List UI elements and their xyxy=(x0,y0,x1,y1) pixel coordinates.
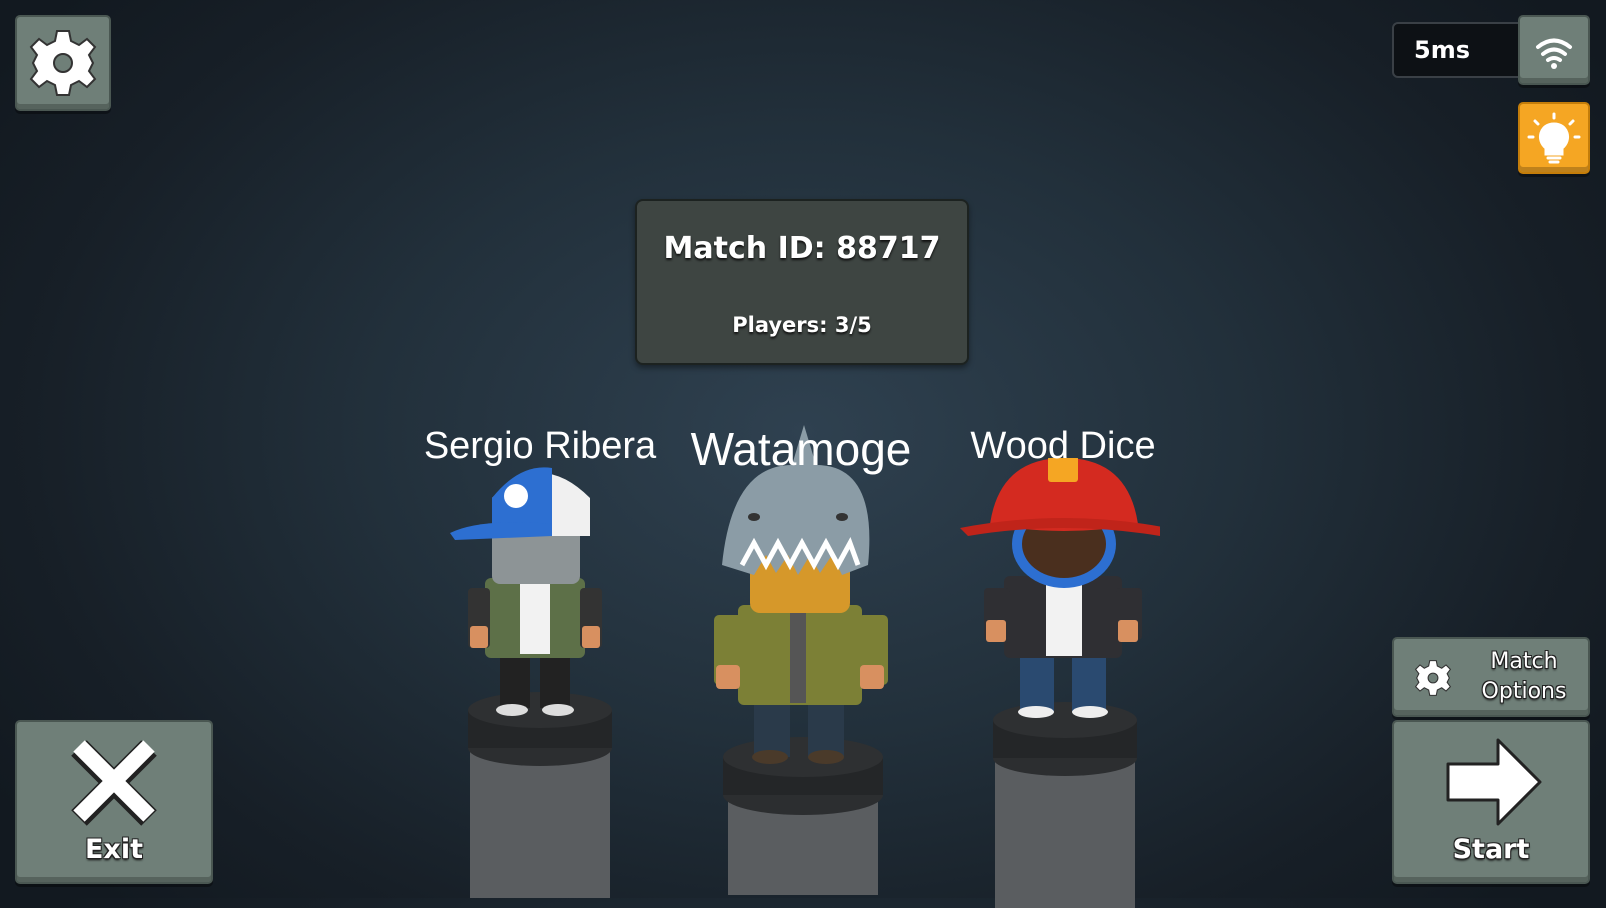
start-button-label: Start xyxy=(1452,834,1530,865)
player-name: Sergio Ribera xyxy=(423,425,657,467)
gear-icon xyxy=(1414,660,1452,696)
match-info-panel: Match ID: 88717 Players: 3/5 xyxy=(635,199,969,365)
lightbulb-icon xyxy=(1527,112,1581,164)
player-character-3 xyxy=(960,458,1160,908)
match-options-label-line2: Options xyxy=(1481,679,1567,704)
hint-button[interactable] xyxy=(1518,102,1590,174)
close-x-icon xyxy=(71,740,157,826)
match-id-label: Match ID: 88717 xyxy=(663,231,941,266)
start-button[interactable]: Start xyxy=(1392,720,1590,884)
network-status-button[interactable] xyxy=(1518,15,1590,85)
player-name: Watamoge xyxy=(690,423,912,475)
exit-button[interactable]: Exit xyxy=(15,720,213,884)
arrow-right-icon xyxy=(1446,738,1542,826)
settings-button[interactable] xyxy=(15,15,111,111)
wifi-icon xyxy=(1536,38,1572,69)
match-options-label-line1: Match xyxy=(1490,649,1558,674)
ping-value: 5ms xyxy=(1414,36,1470,64)
match-options-button[interactable]: Match Options xyxy=(1392,637,1590,717)
player-name: Wood Dice xyxy=(970,425,1156,467)
ping-display: 5ms xyxy=(1392,22,1520,78)
gear-icon xyxy=(29,30,97,96)
exit-button-label: Exit xyxy=(84,834,144,865)
player-character-2 xyxy=(714,425,888,895)
players-count-label: Players: 3/5 xyxy=(732,313,872,337)
player-character-1 xyxy=(450,467,612,898)
